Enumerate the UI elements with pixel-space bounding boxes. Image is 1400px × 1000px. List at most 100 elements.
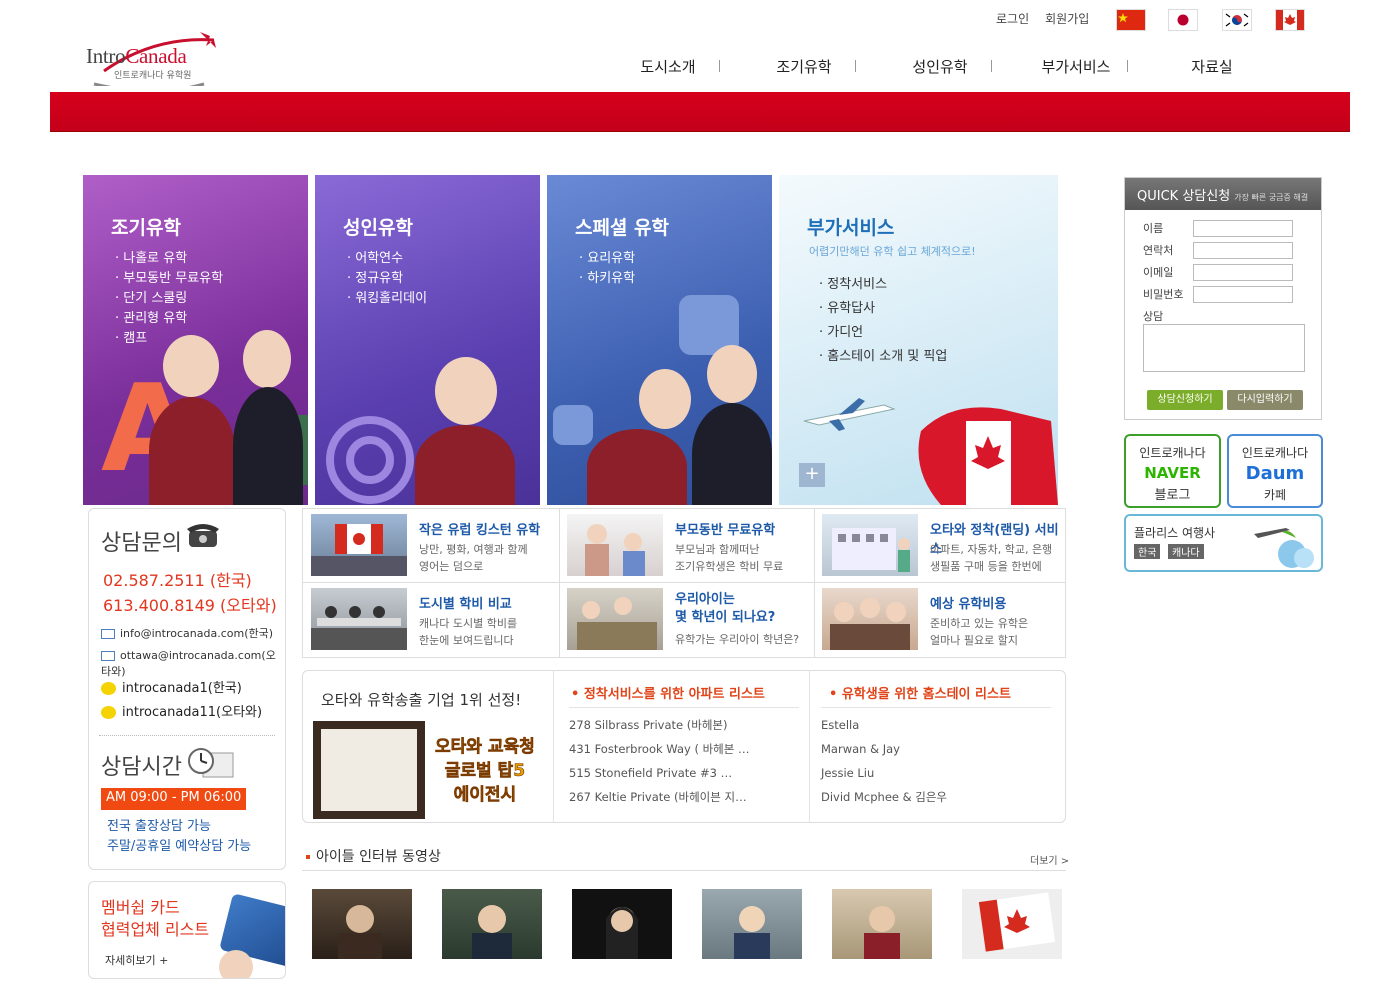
password-label: 비밀번호 — [1143, 288, 1184, 301]
japan-flag-icon[interactable] — [1168, 9, 1198, 31]
banner-item[interactable]: 가디언 — [819, 321, 947, 345]
banner-item[interactable]: 부모동반 무료유학 — [115, 269, 223, 289]
banner-item[interactable]: 하키유학 — [579, 269, 635, 289]
quick-form-header: QUICK 상담신청 가장 빠른 궁금증 해결 — [1125, 178, 1321, 210]
feature-cost-estimate[interactable]: 예상 유학비용 준비하고 있는 유학은 얼마나 필요로 할지 — [814, 583, 1068, 657]
feature-landing-service[interactable]: 오타와 정착(랜딩) 서비스 아파트, 자동차, 학교, 은행 생필품 구매 등을… — [814, 509, 1068, 583]
submit-consult-button[interactable]: 상담신청하기 — [1147, 390, 1223, 410]
banner-special-study[interactable]: 스페셜 유학 요리유학 하키유학 — [547, 175, 772, 505]
banner-item[interactable]: 관리형 유학 — [115, 309, 223, 329]
airplane-icon — [803, 398, 896, 431]
daum-logo: Daum — [1245, 463, 1305, 484]
banner-item[interactable]: 요리유학 — [579, 249, 635, 269]
banner-item[interactable]: 유학답사 — [819, 297, 947, 321]
banner-early-study[interactable]: 조기유학 나홀로 유학 부모동반 무료유학 단기 스쿨링 관리형 유학 캠프 A… — [83, 175, 308, 505]
name-input[interactable] — [1193, 220, 1293, 237]
banner-title: 조기유학 — [111, 217, 181, 239]
apt-list-item[interactable]: 278 Silbrass Private (바헤본) — [569, 713, 750, 737]
student-uniform — [415, 425, 515, 505]
student-face — [243, 330, 291, 388]
student-face — [163, 335, 219, 397]
apt-list-item[interactable]: 431 Fosterbrook Way ( 바헤본 … — [569, 737, 750, 761]
apt-list-title[interactable]: • 정착서비스를 위한 아파트 리스트 — [571, 683, 765, 702]
puzzle-piece-icon — [553, 405, 593, 445]
mail-icon — [101, 651, 115, 661]
homestay-list-title[interactable]: • 유학생을 위한 홈스테이 리스트 — [829, 683, 1011, 702]
homestay-list-item[interactable]: Marwan & Jay — [821, 737, 947, 761]
homestay-list-item[interactable]: Estella — [821, 713, 947, 737]
naver-logo: NAVER — [1144, 464, 1201, 482]
banner-item[interactable]: 단기 스쿨링 — [115, 289, 223, 309]
apt-list-item[interactable]: 267 Keltie Private (바헤이븐 지… — [569, 785, 750, 809]
contact-input[interactable] — [1193, 242, 1293, 259]
feature-kingston[interactable]: 작은 유럽 킹스턴 유학 낭만, 평화, 여행과 함께 영어는 덤으로 — [303, 509, 557, 583]
banner-item[interactable]: 어학연수 — [347, 249, 427, 269]
student-face — [707, 345, 757, 403]
banner-extra-services[interactable]: 부가서비스 어렵기만해던 유학 쉽고 체계적으로! 정착서비스 유학답사 가디언… — [779, 175, 1058, 505]
nav-extra-services[interactable]: 부가서비스 — [1008, 56, 1144, 77]
nav-city-intro[interactable]: 도시소개 — [600, 56, 736, 77]
banner-adult-study[interactable]: 성인유학 어학연수 정규유학 워킹홀리데이 — [315, 175, 540, 505]
kakao-ottawa-row[interactable]: introcanada11(오타와) — [101, 701, 262, 720]
canada-flag-icon[interactable] — [1275, 9, 1305, 31]
phone-ottawa[interactable]: 613.400.8149 (오타와) — [103, 592, 277, 616]
login-link[interactable]: 로그인 — [996, 10, 1029, 27]
interview-video-thumbnail[interactable] — [312, 889, 412, 959]
panel-divider — [809, 671, 810, 822]
banner-item[interactable]: 홈스테이 소개 및 픽업 — [819, 345, 947, 369]
videos-more-link[interactable]: 더보기 > — [1030, 852, 1069, 867]
nav-divider — [719, 60, 720, 72]
hours-title: 상담시간 — [101, 755, 182, 780]
feature-free-study[interactable]: 부모동반 무료유학 부모님과 함께떠난 조기유학생은 학비 무료 — [559, 509, 813, 583]
feature-grade-check[interactable]: 우리아이는 몇 학년이 되나요? 유학가는 우리아이 학년은? — [559, 583, 813, 657]
banner-item[interactable]: 나홀로 유학 — [115, 249, 223, 269]
email-input[interactable] — [1193, 264, 1293, 281]
interview-video-thumbnail[interactable] — [702, 889, 802, 959]
apt-list-item[interactable]: 515 Stonefield Private #3 … — [569, 761, 750, 785]
logo-subtitle: 인트로캐나다 유학원 — [114, 71, 192, 81]
banner-list: 요리유학 하키유학 — [579, 249, 635, 289]
message-textarea[interactable] — [1143, 324, 1305, 372]
banner-item[interactable]: 정규유학 — [347, 269, 427, 289]
kakao-korea-row[interactable]: introcanada1(한국) — [101, 677, 242, 696]
travel-canada-tag: 캐나다 — [1168, 544, 1204, 559]
banner-item[interactable]: 워킹홀리데이 — [347, 289, 427, 309]
nav-resources[interactable]: 자료실 — [1144, 56, 1280, 77]
korea-flag-icon[interactable] — [1222, 9, 1252, 31]
kakao-korea: introcanada1(한국) — [122, 681, 242, 696]
interview-video-thumbnail[interactable] — [962, 889, 1062, 959]
membership-card-box[interactable]: 멤버쉽 카드 협력업체 리스트 자세히보기 + — [88, 881, 286, 979]
banner-list: 어학연수 정규유학 워킹홀리데이 — [347, 249, 427, 309]
globe-airplane-icon — [1254, 528, 1314, 568]
password-input[interactable] — [1193, 286, 1293, 303]
china-flag-icon[interactable] — [1116, 9, 1146, 31]
intro-canada-logo[interactable]: IntroCanada 인트로캐나다 유학원 — [80, 18, 230, 88]
homestay-list: Estella Marwan & Jay Jessie Liu Divid Mc… — [821, 713, 947, 809]
student-uniform — [149, 397, 235, 505]
divider — [302, 870, 1066, 871]
nav-adult-study[interactable]: 성인유학 — [872, 56, 1008, 77]
daum-cafe-link[interactable]: 인트로캐나다 Daum 카페 — [1227, 434, 1323, 508]
students-desk-thumbnail — [567, 588, 663, 650]
expand-plus-button[interactable]: + — [799, 463, 825, 487]
join-link[interactable]: 회원가입 — [1045, 10, 1089, 27]
name-label: 이름 — [1143, 222, 1164, 235]
member-more-link[interactable]: 자세히보기 + — [105, 952, 168, 968]
interview-video-thumbnail[interactable] — [832, 889, 932, 959]
reset-form-button[interactable]: 다시입력하기 — [1227, 390, 1303, 410]
feature-desc: 준비하고 있는 유학은 얼마나 필요로 할지 — [930, 617, 1029, 647]
email-ottawa-row[interactable]: ottawa@introcanada.com(오타와) — [101, 647, 285, 679]
banner-subtitle: 어렵기만해던 유학 쉽고 체계적으로! — [809, 245, 976, 258]
homestay-list-item[interactable]: Jessie Liu — [821, 761, 947, 785]
naver-blog-link[interactable]: 인트로캐나다 NAVER 블로그 — [1124, 434, 1221, 508]
phone-korea[interactable]: 02.587.2511 (한국) — [103, 567, 252, 591]
interview-video-thumbnail[interactable] — [442, 889, 542, 959]
travel-agency-link[interactable]: 플라리스 여행사 한국 캐나다 — [1124, 514, 1323, 572]
interview-video-thumbnail[interactable] — [572, 889, 672, 959]
banner-item[interactable]: 정착서비스 — [819, 273, 947, 297]
email-korea-row[interactable]: info@introcanada.com(한국) — [101, 625, 273, 641]
homestay-list-item[interactable]: Divid Mcphee & 김은우 — [821, 785, 947, 809]
feature-desc: 아파트, 자동차, 학교, 은행 생필품 구매 등을 한번에 — [930, 543, 1053, 573]
feature-tuition-compare[interactable]: 도시별 학비 비교 캐나다 도시별 학비를 한눈에 보여드립니다 — [303, 583, 557, 657]
nav-early-study[interactable]: 조기유학 — [736, 56, 872, 77]
